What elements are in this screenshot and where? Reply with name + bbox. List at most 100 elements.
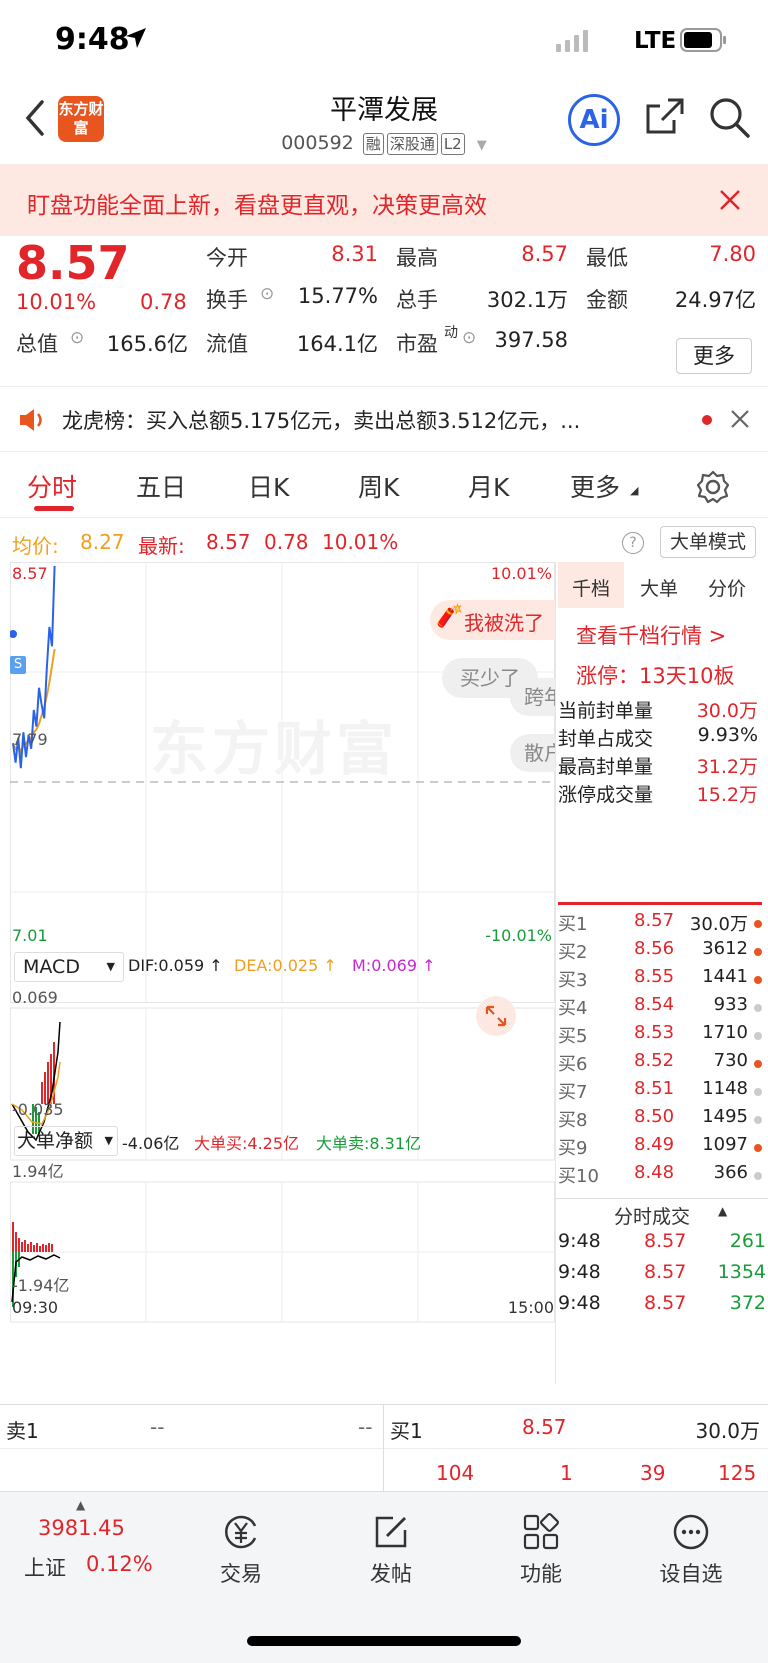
speaker-icon bbox=[20, 409, 42, 431]
big-order-indicator-select[interactable]: 大单净额 ▼ bbox=[14, 1126, 118, 1156]
limit-stat-label: 当前封单量 bbox=[558, 700, 654, 722]
trade-price: 8.57 bbox=[644, 1292, 687, 1314]
book-row[interactable]: 买6 8.52 730 bbox=[558, 1050, 768, 1078]
banner-text: 盯盘功能全面上新，看盘更直观，决策更高效 bbox=[27, 193, 487, 219]
location-arrow-icon bbox=[126, 28, 146, 48]
info-dots-icon[interactable]: ⊙ bbox=[462, 328, 476, 348]
book-volume: 366 bbox=[713, 1162, 748, 1183]
depth-link[interactable]: 查看千档行情 > bbox=[576, 620, 726, 650]
macd-top-label: 0.069 bbox=[12, 988, 58, 1007]
limit-stat-row: 当前封单量 30.0万 bbox=[558, 696, 758, 724]
level1-bar: 卖1 -- -- 买1 8.57 30.0万 104 1 39 125 bbox=[0, 1404, 768, 1493]
latest-percent: 10.01% bbox=[322, 530, 399, 554]
low-value: 7.80 bbox=[709, 242, 756, 266]
tab-intraday[interactable]: 分时 bbox=[27, 468, 77, 504]
big-order-mode-button[interactable]: 大单模式 bbox=[660, 526, 756, 558]
book-volume: 1097 bbox=[702, 1134, 748, 1155]
index-percent[interactable]: 0.12% bbox=[86, 1552, 153, 1576]
book-row[interactable]: 买3 8.55 1441 bbox=[558, 966, 768, 994]
nav-trade[interactable]: 交易 bbox=[181, 1512, 301, 1588]
more-triangle-icon: ◢ bbox=[630, 484, 639, 497]
expand-up-triangle-icon[interactable]: ▲ bbox=[76, 1498, 85, 1512]
promo-banner[interactable]: 盯盘功能全面上新，看盘更直观，决策更高效 bbox=[0, 164, 768, 236]
dragon-tiger-ticker[interactable]: 龙虎榜：买入总额5.175亿元，卖出总额3.512亿元，... bbox=[0, 386, 768, 452]
tab-weekly-k[interactable]: 周K bbox=[358, 468, 399, 504]
macd-label: MACD bbox=[23, 956, 80, 978]
tag-l2: L2 bbox=[440, 133, 465, 155]
price-mid-label: 7.79 bbox=[12, 730, 48, 749]
chart-tabs: 分时 五日 日K 周K 月K 更多 ◢ bbox=[0, 456, 768, 518]
status-bar: 9:48 LTE bbox=[0, 0, 768, 80]
book-dot bbox=[754, 1172, 762, 1180]
more-button[interactable]: 更多 bbox=[676, 338, 752, 374]
nav-post[interactable]: 发帖 bbox=[331, 1512, 451, 1588]
change-percent: 10.01% bbox=[16, 290, 97, 314]
book-row[interactable]: 买8 8.50 1495 bbox=[558, 1106, 768, 1134]
book-row[interactable]: 买7 8.51 1148 bbox=[558, 1078, 768, 1106]
tab-monthly-k[interactable]: 月K bbox=[468, 468, 509, 504]
book-label: 买10 bbox=[558, 1166, 599, 1187]
close-icon[interactable] bbox=[730, 409, 750, 429]
tab-daily-k[interactable]: 日K bbox=[248, 468, 289, 504]
book-dot bbox=[754, 948, 762, 956]
book-volume: 1495 bbox=[702, 1106, 748, 1127]
book-dot bbox=[754, 1004, 762, 1012]
index-value[interactable]: 3981.45 bbox=[38, 1516, 125, 1540]
book-price: 8.54 bbox=[634, 994, 675, 1015]
limit-up-status: 涨停：13天10板 bbox=[576, 664, 735, 688]
book-divider bbox=[558, 902, 762, 905]
share-icon[interactable] bbox=[644, 96, 686, 138]
help-icon[interactable]: ? bbox=[622, 532, 644, 554]
nav-add-watchlist-label: 设自选 bbox=[659, 1562, 723, 1586]
volume-value: 302.1万 bbox=[486, 288, 568, 312]
side-tab-big-order[interactable]: 大单 bbox=[640, 574, 678, 601]
side-tab-price-dist[interactable]: 分价 bbox=[708, 574, 746, 601]
close-icon[interactable] bbox=[718, 188, 742, 212]
info-dots-icon[interactable]: ⊙ bbox=[260, 284, 274, 304]
comment-bubble[interactable]: 散户 bbox=[510, 734, 555, 772]
tab-more[interactable]: 更多 bbox=[570, 468, 620, 504]
comment-bubble[interactable]: 🧨 我被洗了 bbox=[430, 600, 555, 640]
side-tab-depth[interactable]: 千档 bbox=[572, 574, 610, 601]
trade-time: 9:48 bbox=[558, 1261, 601, 1283]
book-row[interactable]: 买2 8.56 3612 bbox=[558, 938, 768, 966]
book-row[interactable]: 买10 8.48 366 bbox=[558, 1162, 768, 1190]
bubble-text: 我被洗了 bbox=[464, 611, 544, 635]
queue-item: 39 bbox=[640, 1461, 666, 1485]
sell-signal-marker[interactable]: S bbox=[10, 656, 26, 674]
expand-button[interactable] bbox=[476, 996, 516, 1036]
dropdown-triangle-icon: ▼ bbox=[104, 1134, 113, 1147]
float-value: 164.1亿 bbox=[296, 332, 378, 356]
book-volume: 1441 bbox=[702, 966, 748, 987]
start-point-marker bbox=[10, 630, 17, 638]
order-book[interactable]: 买1 8.57 30.0万 买2 8.56 3612 买3 8.55 1441 买4 8.54 933… bbox=[558, 910, 768, 1200]
price-bottom-label: 7.01 bbox=[12, 926, 48, 945]
status-time: 9:48 bbox=[55, 22, 130, 57]
intraday-chart-area[interactable]: 8.57 10.01% 7.79 7.01 -10.01% 东方财富 S 🧨 我… bbox=[10, 562, 555, 1384]
trade-volume: 261 bbox=[729, 1230, 766, 1252]
latest-value: 8.57 bbox=[206, 530, 251, 554]
panel-separator bbox=[555, 562, 556, 1384]
gear-icon[interactable] bbox=[696, 470, 730, 504]
level1-separator bbox=[383, 1405, 384, 1493]
high-label: 最高 bbox=[396, 246, 438, 270]
tab-five-day[interactable]: 五日 bbox=[136, 468, 186, 504]
nav-functions[interactable]: 功能 bbox=[481, 1512, 601, 1588]
search-icon[interactable] bbox=[708, 96, 752, 140]
comment-bubble[interactable]: 跨年 bbox=[510, 678, 555, 716]
home-indicator bbox=[247, 1636, 521, 1646]
info-dots-icon[interactable]: ⊙ bbox=[70, 328, 84, 348]
book-row[interactable]: 买1 8.57 30.0万 bbox=[558, 910, 768, 938]
battery-icon bbox=[680, 28, 726, 52]
trades-title[interactable]: 分时成交 bbox=[614, 1202, 690, 1229]
grid-icon bbox=[523, 1513, 559, 1550]
book-row[interactable]: 买5 8.53 1710 bbox=[558, 1022, 768, 1050]
turnover-label: 换手 bbox=[206, 288, 248, 312]
nav-add-watchlist[interactable]: 设自选 bbox=[631, 1512, 751, 1588]
book-row[interactable]: 买9 8.49 1097 bbox=[558, 1134, 768, 1162]
macd-indicator-select[interactable]: MACD ▼ bbox=[14, 952, 124, 982]
book-row[interactable]: 买4 8.54 933 bbox=[558, 994, 768, 1022]
index-name[interactable]: 上证 bbox=[24, 1552, 66, 1582]
ai-assistant-button[interactable]: Ai bbox=[568, 94, 620, 146]
trade-time: 9:48 bbox=[558, 1230, 601, 1252]
